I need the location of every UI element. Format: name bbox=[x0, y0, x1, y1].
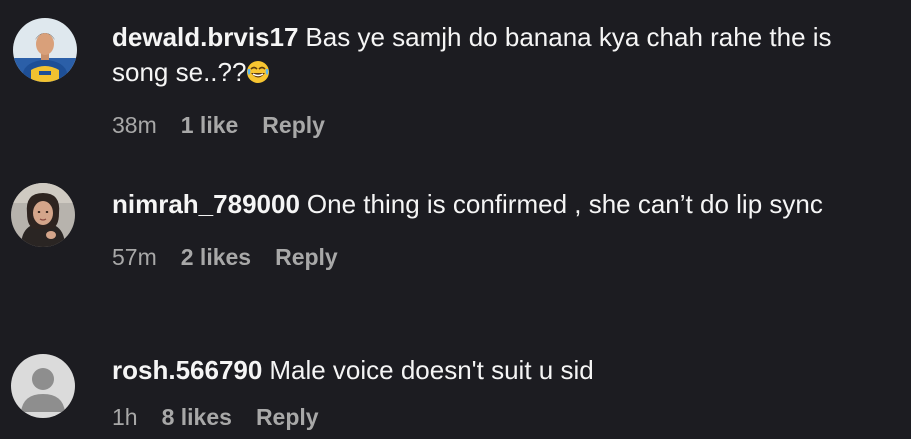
comment-timestamp: 1h bbox=[112, 404, 138, 430]
comment-meta: 57m 2 likes Reply bbox=[112, 242, 891, 272]
comment-text: nimrah_789000 One thing is confirmed , sh… bbox=[112, 187, 891, 222]
comment-text: dewald.brvis17 Bas ye samjh do banana kya… bbox=[112, 20, 891, 90]
comment-username[interactable]: nimrah_789000 bbox=[112, 189, 300, 219]
comment-meta: 1h 8 likes Reply bbox=[112, 402, 891, 432]
comment-username[interactable]: rosh.566790 bbox=[112, 355, 262, 385]
likes-count-link[interactable]: 8 likes bbox=[162, 402, 232, 432]
avatar[interactable] bbox=[11, 183, 75, 247]
comment-username[interactable]: dewald.brvis17 bbox=[112, 22, 298, 52]
comment-timestamp: 57m bbox=[112, 244, 157, 270]
profile-photo-icon bbox=[13, 18, 77, 82]
likes-count-link[interactable]: 2 likes bbox=[181, 242, 251, 272]
profile-photo-icon bbox=[11, 183, 75, 247]
comment-timestamp: 38m bbox=[112, 112, 157, 138]
reply-button[interactable]: Reply bbox=[256, 402, 319, 432]
reply-button[interactable]: Reply bbox=[262, 110, 325, 140]
reply-button[interactable]: Reply bbox=[275, 242, 338, 272]
avatar[interactable] bbox=[11, 354, 75, 418]
avatar[interactable] bbox=[13, 18, 77, 82]
laughing-emoji-icon bbox=[246, 58, 270, 83]
comment-body: One thing is confirmed , she can’t do li… bbox=[306, 189, 823, 219]
likes-count-link[interactable]: 1 like bbox=[181, 110, 239, 140]
comment-text: rosh.566790 Male voice doesn't suit u sid bbox=[112, 353, 891, 388]
comment-body: Male voice doesn't suit u sid bbox=[269, 355, 594, 385]
comment-meta: 38m 1 like Reply bbox=[112, 110, 891, 140]
default-avatar-icon bbox=[11, 354, 75, 418]
